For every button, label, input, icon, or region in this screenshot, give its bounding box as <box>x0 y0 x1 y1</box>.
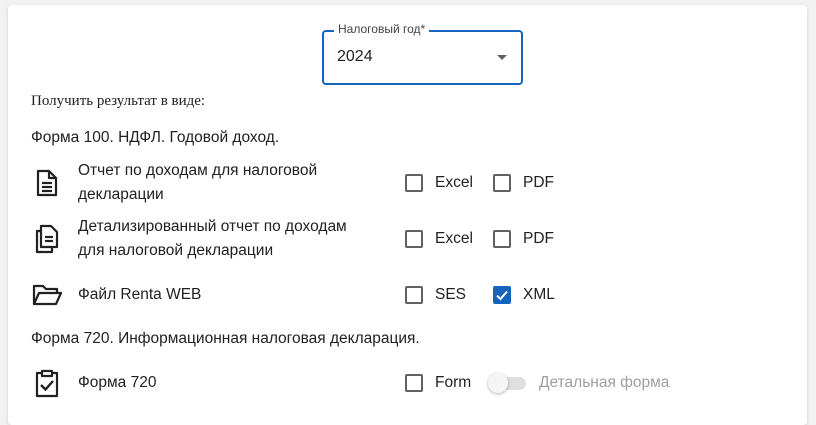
detailed-report-excel-checkbox[interactable] <box>405 230 423 248</box>
detailed-form-toggle-thumb[interactable] <box>488 373 508 393</box>
clipboard-check-icon <box>32 368 62 398</box>
form720-form-label[interactable]: Form <box>435 373 471 393</box>
detailed-report-label: Детализированный отчет по доходам для на… <box>78 218 347 259</box>
renta-web-ses-checkbox[interactable] <box>405 286 423 304</box>
form100-title: Форма 100. НДФЛ. Годовой доход. <box>31 129 280 146</box>
renta-web-xml-label[interactable]: XML <box>523 285 555 305</box>
documents-copy-icon <box>32 224 62 254</box>
renta-web-ses-label[interactable]: SES <box>435 285 466 305</box>
form720-title: Форма 720. Информационная налоговая декл… <box>31 330 420 347</box>
detailed-report-pdf-label[interactable]: PDF <box>523 229 554 249</box>
chevron-down-icon[interactable] <box>497 55 507 60</box>
renta-web-label: Файл Renta WEB <box>78 286 202 303</box>
detailed-report-pdf-checkbox[interactable] <box>493 230 511 248</box>
checkmark-icon <box>496 290 508 301</box>
detailed-report-excel-label[interactable]: Excel <box>435 229 473 249</box>
form720-form-checkbox[interactable] <box>405 374 423 392</box>
detailed-form-toggle-label: Детальная форма <box>539 374 670 391</box>
income-report-excel-checkbox[interactable] <box>405 174 423 192</box>
result-format-label: Получить результат в виде: <box>31 93 206 109</box>
income-report-pdf-label[interactable]: PDF <box>523 173 554 193</box>
income-report-excel-label[interactable]: Excel <box>435 173 473 193</box>
income-report-pdf-checkbox[interactable] <box>493 174 511 192</box>
renta-web-xml-checkbox[interactable] <box>493 286 511 304</box>
document-icon <box>32 168 62 198</box>
folder-open-icon <box>32 280 62 310</box>
income-report-label: Отчет по доходам для налоговой деклараци… <box>78 162 318 203</box>
form720-label: Форма 720 <box>78 374 157 391</box>
tax-year-label: Налоговый год* <box>334 21 430 37</box>
tax-year-value[interactable]: 2024 <box>337 47 373 67</box>
